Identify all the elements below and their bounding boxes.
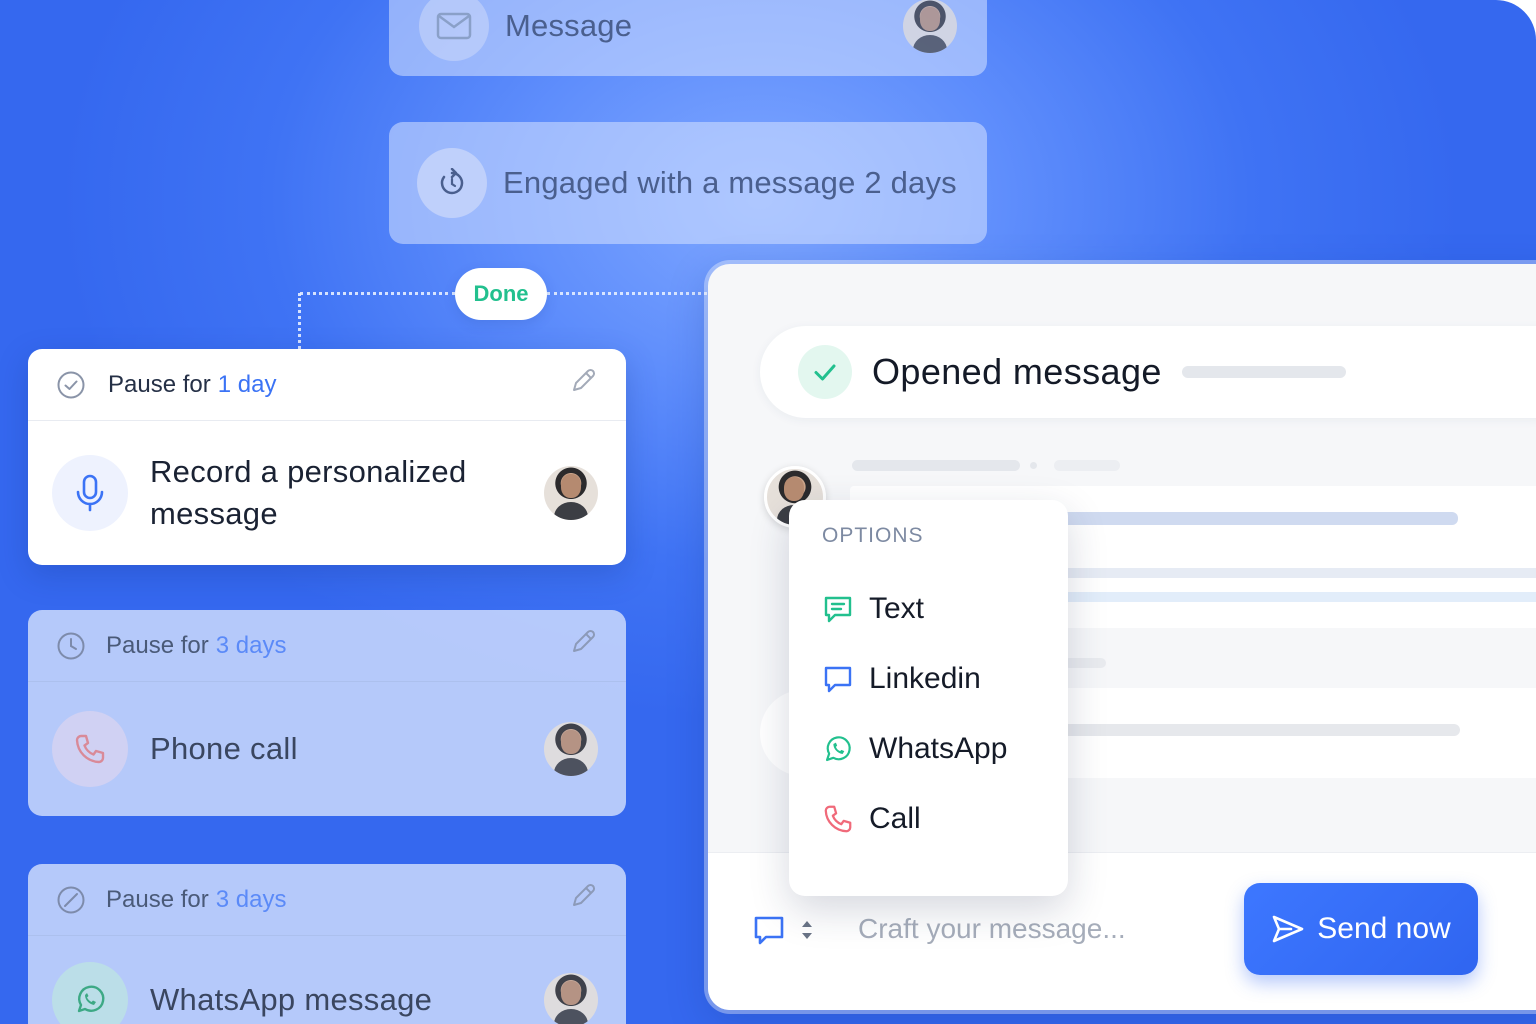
step-header: Pause for 1 day bbox=[28, 349, 626, 421]
flow-card-engaged-label: Engaged with a message 2 days bbox=[503, 165, 957, 200]
refresh-timer-icon bbox=[417, 148, 487, 218]
option-label: WhatsApp bbox=[869, 732, 1008, 765]
chevron-up-down-icon[interactable] bbox=[800, 918, 814, 942]
avatar bbox=[544, 466, 598, 520]
skeleton-line bbox=[1060, 512, 1458, 525]
phone-icon bbox=[52, 711, 128, 787]
skeleton-line bbox=[1060, 592, 1536, 602]
send-now-label: Send now bbox=[1317, 912, 1451, 945]
flow-connector bbox=[547, 292, 707, 295]
options-dropdown: OPTIONS Text Linkedin WhatsApp Call bbox=[789, 500, 1068, 896]
slash-circle-icon bbox=[56, 885, 86, 915]
message-input[interactable] bbox=[858, 905, 1218, 953]
avatar bbox=[544, 722, 598, 776]
pencil-icon[interactable] bbox=[568, 366, 598, 403]
status-banner: Opened message bbox=[760, 326, 1536, 418]
pencil-icon[interactable] bbox=[568, 881, 598, 918]
pause-prefix: Pause for bbox=[106, 631, 209, 659]
step-action-label: WhatsApp message bbox=[150, 982, 433, 1017]
option-label: Text bbox=[869, 592, 925, 625]
canvas-background: Message Engaged with a message 2 days Do… bbox=[0, 0, 1536, 1024]
step-body: Record a personalized message bbox=[28, 421, 626, 565]
whatsapp-icon bbox=[52, 962, 128, 1024]
option-linkedin[interactable]: Linkedin bbox=[822, 640, 1068, 718]
pencil-icon[interactable] bbox=[568, 627, 598, 664]
channel-selector[interactable] bbox=[752, 913, 814, 947]
text-message-icon bbox=[822, 594, 854, 624]
step-body: WhatsApp message bbox=[28, 936, 626, 1024]
option-label: Call bbox=[869, 802, 921, 835]
flow-connector bbox=[298, 293, 301, 349]
check-icon bbox=[798, 345, 852, 399]
step-action-label: Phone call bbox=[150, 731, 298, 766]
phone-icon bbox=[822, 803, 854, 835]
microphone-icon bbox=[52, 455, 128, 531]
step-card-phone-call[interactable]: Pause for 3 days Phone call bbox=[28, 610, 626, 816]
flow-card-engaged[interactable]: Engaged with a message 2 days bbox=[389, 122, 987, 244]
skeleton-dot bbox=[1030, 462, 1037, 469]
option-label: Linkedin bbox=[869, 662, 981, 695]
step-body: Phone call bbox=[28, 682, 626, 816]
step-card-whatsapp[interactable]: Pause for 3 days WhatsApp message bbox=[28, 864, 626, 1024]
pause-duration[interactable]: 3 days bbox=[216, 886, 287, 914]
option-whatsapp[interactable]: WhatsApp bbox=[822, 710, 1068, 788]
pause-prefix: Pause for bbox=[106, 885, 209, 913]
avatar bbox=[544, 973, 598, 1024]
whatsapp-icon bbox=[822, 733, 854, 765]
option-text[interactable]: Text bbox=[822, 570, 1068, 648]
send-icon bbox=[1272, 915, 1304, 943]
check-circle-icon bbox=[56, 370, 86, 400]
flow-card-message[interactable]: Message bbox=[389, 0, 987, 76]
skeleton-line bbox=[1181, 366, 1346, 378]
skeleton-line bbox=[1060, 568, 1536, 578]
skeleton-line bbox=[1060, 724, 1460, 736]
step-card-record[interactable]: Pause for 1 day Record a personalized me… bbox=[28, 349, 626, 565]
skeleton-line bbox=[1054, 460, 1120, 471]
skeleton-line bbox=[1064, 658, 1106, 668]
send-now-button[interactable]: Send now bbox=[1244, 883, 1478, 975]
skeleton-line bbox=[852, 460, 1020, 471]
envelope-icon bbox=[419, 0, 489, 61]
status-title: Opened message bbox=[872, 351, 1162, 392]
avatar bbox=[903, 0, 957, 53]
pause-duration[interactable]: 1 day bbox=[218, 371, 277, 399]
step-header: Pause for 3 days bbox=[28, 610, 626, 682]
chat-bubble-icon[interactable] bbox=[752, 913, 786, 947]
clock-icon bbox=[56, 631, 86, 661]
pause-prefix: Pause for bbox=[108, 370, 211, 398]
flow-connector bbox=[300, 292, 455, 295]
step-header: Pause for 3 days bbox=[28, 864, 626, 936]
linkedin-chat-icon bbox=[822, 664, 854, 694]
flow-card-message-label: Message bbox=[505, 8, 633, 43]
step-action-label: Record a personalized message bbox=[150, 454, 467, 531]
option-call[interactable]: Call bbox=[822, 780, 1068, 858]
done-badge: Done bbox=[455, 268, 547, 320]
pause-duration[interactable]: 3 days bbox=[216, 632, 287, 660]
options-title: OPTIONS bbox=[822, 524, 924, 547]
